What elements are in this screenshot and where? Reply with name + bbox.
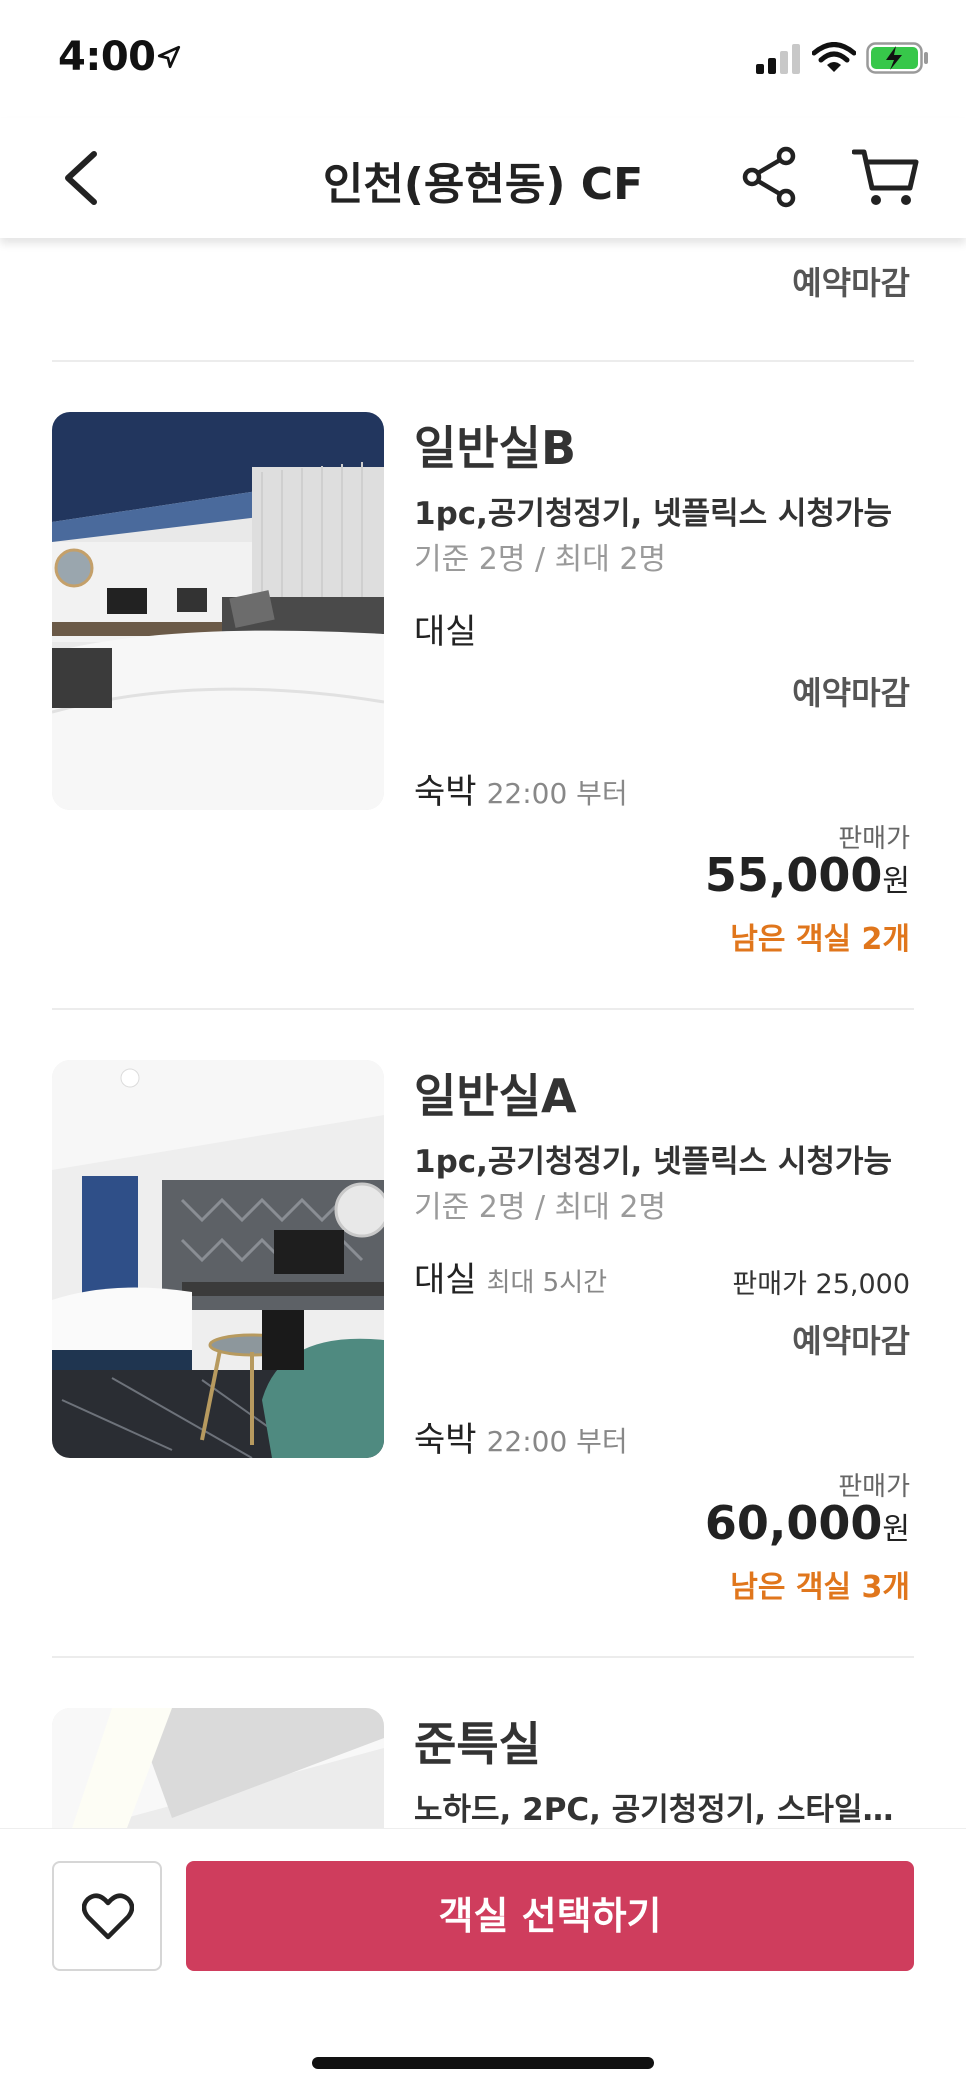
stay-time: 22:00 부터 bbox=[486, 777, 628, 810]
rent-row: 대실 최대 5시간 bbox=[414, 1252, 607, 1301]
price: 60,000원 bbox=[705, 1496, 910, 1550]
rent-status-closed: 예약마감 bbox=[792, 674, 910, 712]
stay-time: 22:00 부터 bbox=[486, 1425, 628, 1458]
cart-icon[interactable] bbox=[852, 146, 922, 208]
price-unit: 원 bbox=[882, 864, 910, 899]
room-amenities: 노하드, 2PC, 공기청정기, 스타일러, 넷플릭스 시청가능 bbox=[414, 1792, 914, 1828]
room-name: 일반실B bbox=[414, 421, 577, 475]
divider bbox=[52, 1008, 914, 1010]
page-title: 인천(용현동) CF bbox=[322, 159, 644, 210]
divider bbox=[52, 360, 914, 362]
room-list[interactable]: 예약마감 일반실B 1pc,공기청정기, 넷플릭스 시청가능 기준 2명 / 최… bbox=[0, 238, 966, 1828]
heart-icon bbox=[82, 1893, 134, 1940]
room-capacity: 기준 2명 / 최대 2명 bbox=[414, 1190, 667, 1225]
stay-label: 숙박 bbox=[414, 1420, 477, 1460]
rent-duration: 최대 5시간 bbox=[486, 1268, 608, 1298]
rent-price: 판매가 25,000 bbox=[732, 1269, 910, 1300]
stay-label: 숙박 bbox=[414, 772, 477, 812]
signal-icon bbox=[756, 44, 800, 74]
wishlist-button[interactable] bbox=[52, 1861, 162, 1971]
room-image bbox=[52, 412, 384, 810]
rent-label: 대실 bbox=[414, 1260, 477, 1300]
battery-icon bbox=[866, 42, 928, 74]
room-amenities: 1pc,공기청정기, 넷플릭스 시청가능 bbox=[414, 1144, 893, 1180]
back-chevron-icon[interactable] bbox=[56, 148, 112, 208]
room-photo[interactable] bbox=[52, 1060, 384, 1458]
share-icon[interactable] bbox=[740, 146, 800, 208]
select-room-button[interactable]: 객실 선택하기 bbox=[186, 1861, 914, 1971]
price-value: 55,000 bbox=[704, 848, 883, 902]
divider bbox=[52, 1656, 914, 1658]
room-capacity: 기준 2명 / 최대 2명 bbox=[414, 542, 667, 577]
remaining-rooms: 남은 객실 3개 bbox=[730, 1570, 910, 1605]
price-unit: 원 bbox=[882, 1512, 910, 1547]
room-amenities: 1pc,공기청정기, 넷플릭스 시청가능 bbox=[414, 496, 893, 532]
rent-row: 대실 bbox=[414, 604, 477, 653]
room-photo[interactable] bbox=[52, 1708, 384, 1828]
stay-row: 숙박 22:00 부터 bbox=[414, 764, 628, 813]
wifi-icon bbox=[812, 42, 856, 72]
room-image bbox=[52, 1708, 384, 1828]
rent-label: 대실 bbox=[414, 612, 477, 652]
room-photo[interactable] bbox=[52, 412, 384, 810]
status-bar: 4:00 bbox=[0, 0, 966, 118]
status-time: 4:00 bbox=[58, 34, 156, 80]
room-name: 준특실 bbox=[414, 1717, 541, 1771]
nav-bar: 인천(용현동) CF bbox=[0, 118, 966, 238]
room-image bbox=[52, 1060, 384, 1458]
room-name: 일반실A bbox=[414, 1069, 577, 1123]
home-indicator[interactable] bbox=[312, 2057, 654, 2069]
room-card-general-a[interactable]: 일반실A 1pc,공기청정기, 넷플릭스 시청가능 기준 2명 / 최대 2명 … bbox=[0, 1060, 966, 1620]
price-value: 60,000 bbox=[704, 1496, 883, 1550]
status-closed: 예약마감 bbox=[792, 264, 910, 302]
room-card-general-b[interactable]: 일반실B 1pc,공기청정기, 넷플릭스 시청가능 기준 2명 / 최대 2명 … bbox=[0, 412, 966, 972]
rent-status-closed: 예약마감 bbox=[792, 1322, 910, 1360]
room-card-semi-suite[interactable]: 준특실 노하드, 2PC, 공기청정기, 스타일러, 넷플릭스 시청가능 bbox=[0, 1708, 966, 1828]
price: 55,000원 bbox=[705, 848, 910, 902]
bottom-action-bar: 객실 선택하기 bbox=[0, 1828, 966, 2093]
location-arrow-icon bbox=[157, 45, 181, 69]
remaining-rooms: 남은 객실 2개 bbox=[730, 922, 910, 957]
stay-row: 숙박 22:00 부터 bbox=[414, 1412, 628, 1461]
